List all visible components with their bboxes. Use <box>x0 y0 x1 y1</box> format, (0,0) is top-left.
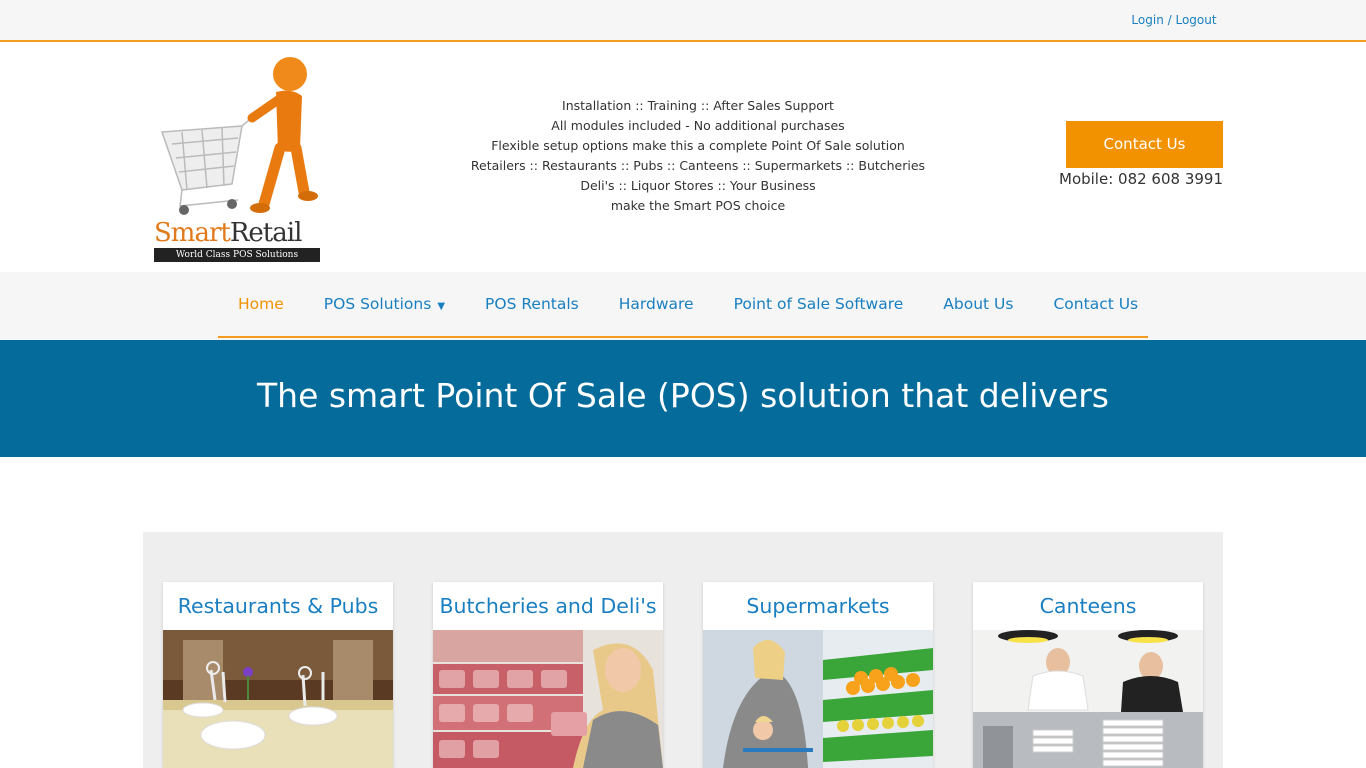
main-nav: Home POS Solutions ▼ POS Rentals Hardware… <box>218 272 1148 338</box>
header-tagline: Installation :: Training :: After Sales … <box>448 96 948 216</box>
nav-item-pos-software[interactable]: Point of Sale Software <box>714 272 924 336</box>
nav-label: POS Rentals <box>485 295 579 313</box>
nav-label: Hardware <box>618 295 694 313</box>
tagline-line: Retailers :: Restaurants :: Pubs :: Cant… <box>470 158 926 173</box>
nav-item-home[interactable]: Home <box>218 272 304 336</box>
nav-label: Contact Us <box>1053 295 1139 313</box>
card-title[interactable]: Restaurants & Pubs <box>163 582 393 630</box>
card-butcheries-delis[interactable]: Butcheries and Deli's <box>433 582 663 768</box>
nav-item-about-us[interactable]: About Us <box>923 272 1033 336</box>
card-restaurants-pubs[interactable]: Restaurants & Pubs <box>163 582 393 768</box>
nav-item-contact-us[interactable]: Contact Us <box>1033 272 1158 336</box>
butchery-meat-image[interactable] <box>433 630 663 768</box>
solutions-panel: Restaurants & Pubs Butcheries and Deli's… <box>143 532 1223 768</box>
tagline-line: Installation :: Training :: After Sales … <box>562 98 834 113</box>
tagline-line: Deli's :: Liquor Stores :: Your Business <box>580 178 816 193</box>
nav-label: About Us <box>943 295 1014 313</box>
card-title[interactable]: Butcheries and Deli's <box>433 582 663 630</box>
logo-tagline: World Class POS Solutions <box>154 248 320 262</box>
nav-item-pos-rentals[interactable]: POS Rentals <box>465 272 599 336</box>
nav-item-pos-solutions[interactable]: POS Solutions ▼ <box>304 272 465 336</box>
login-logout-link[interactable]: Login / Logout <box>1125 0 1223 42</box>
card-title[interactable]: Canteens <box>973 582 1203 630</box>
site-header: SmartRetail World Class POS Solutions In… <box>0 42 1366 272</box>
hero-title: The smart Point Of Sale (POS) solution t… <box>257 376 1109 415</box>
main-navigation-bar: Home POS Solutions ▼ POS Rentals Hardware… <box>0 272 1366 340</box>
nav-label: Point of Sale Software <box>733 295 904 313</box>
hero-banner: The smart Point Of Sale (POS) solution t… <box>0 340 1366 457</box>
chevron-down-icon: ▼ <box>437 301 446 312</box>
smartretail-logo[interactable]: SmartRetail World Class POS Solutions <box>152 54 322 264</box>
mobile-number: Mobile: 082 608 3991 <box>1059 170 1223 188</box>
tagline-line: make the Smart POS choice <box>610 198 786 213</box>
shopping-cart-figure-icon <box>160 57 318 215</box>
card-title[interactable]: Supermarkets <box>703 582 933 630</box>
contact-us-button[interactable]: Contact Us <box>1066 121 1223 168</box>
nav-item-hardware[interactable]: Hardware <box>599 272 714 336</box>
canteen-kitchen-image[interactable] <box>973 630 1203 768</box>
card-canteens[interactable]: Canteens <box>973 582 1203 768</box>
nav-label: Home <box>238 295 284 313</box>
top-bar: Login / Logout <box>0 0 1366 42</box>
logo-wordmark: SmartRetail <box>154 218 302 248</box>
tagline-line: Flexible setup options make this a compl… <box>491 138 905 153</box>
nav-label: POS Solutions <box>323 295 432 313</box>
tagline-line: All modules included - No additional pur… <box>551 118 845 133</box>
supermarket-shopping-image[interactable] <box>703 630 933 768</box>
restaurant-table-image[interactable] <box>163 630 393 768</box>
card-supermarkets[interactable]: Supermarkets <box>703 582 933 768</box>
